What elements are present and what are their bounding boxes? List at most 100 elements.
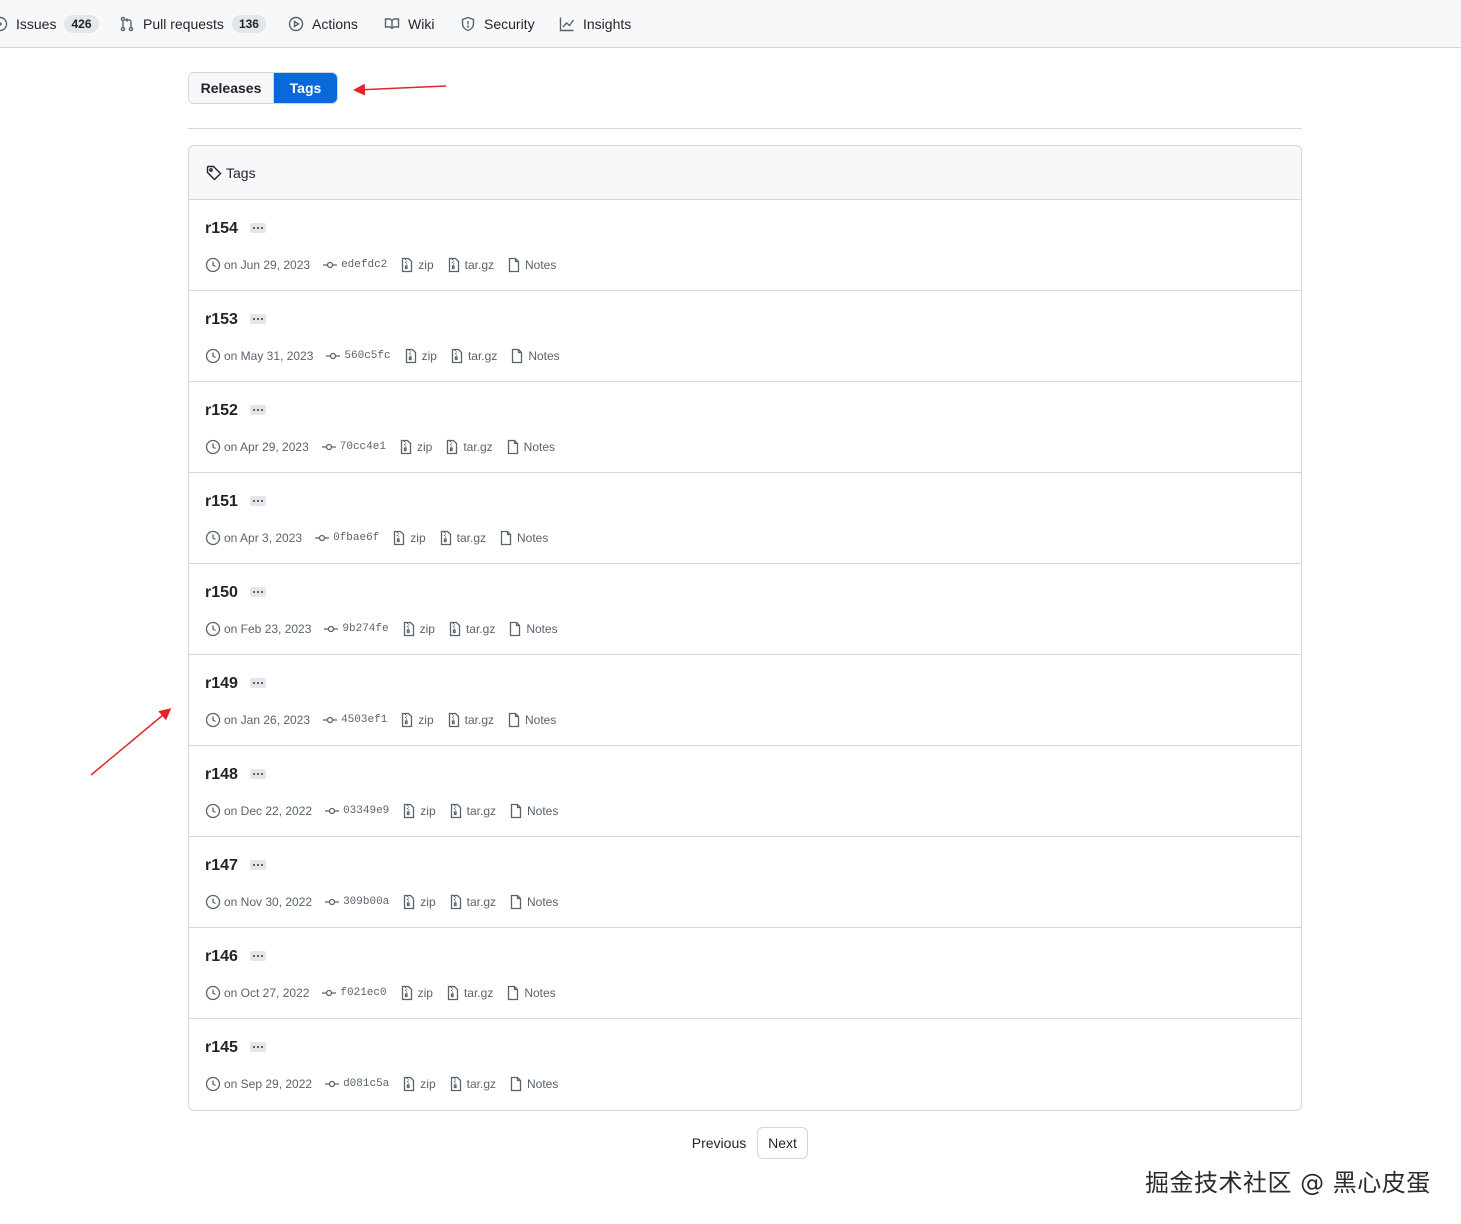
tag-meta: on Oct 27, 2022 f021ec0 zip tar.gz Notes	[205, 985, 568, 1001]
tag-commit: 560c5fc	[325, 348, 391, 364]
tag-name-link[interactable]: r147	[205, 857, 238, 874]
commit-sha-link[interactable]: f021ec0	[340, 987, 386, 999]
tag-date: on Apr 3, 2023	[205, 530, 302, 546]
notes-link[interactable]: Notes	[498, 530, 548, 546]
tag-name-link[interactable]: r153	[205, 311, 238, 328]
commit-sha-link[interactable]: 309b00a	[343, 896, 389, 908]
file-zip-icon	[400, 439, 412, 455]
tag-date: on Jan 26, 2023	[205, 712, 310, 728]
zip-link[interactable]: zip	[398, 439, 432, 455]
ellipsis-button[interactable]	[249, 950, 266, 961]
notes-link[interactable]: Notes	[506, 257, 556, 273]
targz-link[interactable]: tar.gz	[447, 621, 495, 637]
targz-link[interactable]: tar.gz	[438, 530, 486, 546]
tag-date: on Jun 29, 2023	[205, 257, 310, 273]
nav-wiki[interactable]: Wiki	[384, 0, 434, 48]
ellipsis-button[interactable]	[249, 768, 266, 779]
releases-tab[interactable]: Releases	[189, 73, 274, 103]
tag-date-text: on Nov 30, 2022	[224, 895, 313, 909]
notes-link[interactable]: Notes	[509, 348, 560, 364]
ellipsis-button[interactable]	[249, 1041, 266, 1052]
targz-label: tar.gz	[463, 986, 494, 1000]
notes-link[interactable]: Notes	[505, 439, 555, 455]
notes-label: Notes	[527, 804, 559, 818]
file-zip-icon	[450, 1076, 461, 1092]
file-icon	[507, 439, 518, 455]
nav-issues[interactable]: Issues 426	[0, 0, 99, 48]
commit-sha-link[interactable]: edefdc2	[341, 259, 387, 271]
targz-link[interactable]: tar.gz	[446, 712, 494, 728]
zip-link[interactable]: zip	[401, 621, 435, 637]
ellipsis-button[interactable]	[249, 586, 266, 597]
zip-link[interactable]: zip	[401, 1076, 436, 1092]
tags-tab[interactable]: Tags	[274, 73, 337, 103]
tag-name-link[interactable]: r152	[205, 402, 238, 419]
notes-link[interactable]: Notes	[507, 621, 558, 637]
zip-link[interactable]: zip	[399, 985, 433, 1001]
targz-link[interactable]: tar.gz	[449, 348, 497, 364]
ellipsis-button[interactable]	[249, 404, 266, 415]
file-zip-icon	[450, 803, 461, 819]
commit-sha-link[interactable]: 560c5fc	[344, 350, 390, 362]
zip-link[interactable]: zip	[403, 348, 437, 364]
tag-commit: 9b274fe	[323, 621, 389, 637]
clock-icon	[205, 530, 221, 546]
ellipsis-button[interactable]	[249, 495, 266, 506]
zip-link[interactable]: zip	[391, 530, 426, 546]
tag-date: on Feb 23, 2023	[205, 621, 311, 637]
nav-actions[interactable]: Actions	[288, 0, 358, 48]
tag-name-link[interactable]: r154	[205, 220, 238, 237]
next-button[interactable]: Next	[757, 1127, 808, 1159]
ellipsis-button[interactable]	[249, 222, 266, 233]
tag-commit: edefdc2	[322, 257, 387, 273]
tag-meta: on Jan 26, 2023 4503ef1 zip tar.gz Notes	[205, 712, 568, 728]
commit-sha-link[interactable]: 0fbae6f	[333, 532, 379, 544]
zip-link[interactable]: zip	[401, 803, 436, 819]
tag-commit: 70cc4e1	[321, 439, 386, 455]
targz-link[interactable]: tar.gz	[444, 439, 493, 455]
tag-row: r149 on Jan 26, 2023 4503ef1 zip tar.gz …	[189, 655, 1301, 746]
zip-label: zip	[410, 531, 426, 545]
commit-sha-link[interactable]: 70cc4e1	[340, 441, 386, 453]
tags-box-title: Tags	[226, 164, 256, 181]
targz-link[interactable]: tar.gz	[448, 1076, 496, 1092]
tag-date-text: on May 31, 2023	[224, 349, 314, 363]
tag-name-link[interactable]: r150	[205, 584, 238, 601]
notes-link[interactable]: Notes	[506, 712, 556, 728]
arrow-to-r149	[90, 708, 172, 776]
targz-link[interactable]: tar.gz	[446, 257, 494, 273]
zip-link[interactable]: zip	[399, 712, 434, 728]
tag-name-link[interactable]: r148	[205, 766, 238, 783]
commit-sha-link[interactable]: 4503ef1	[341, 714, 387, 726]
nav-insights[interactable]: Insights	[559, 0, 631, 48]
targz-label: tar.gz	[466, 895, 496, 909]
targz-link[interactable]: tar.gz	[448, 894, 496, 910]
tag-meta: on Feb 23, 2023 9b274fe zip tar.gz Notes	[205, 621, 570, 637]
nav-pull-requests[interactable]: Pull requests 136	[119, 0, 266, 48]
tag-row: r151 on Apr 3, 2023 0fbae6f zip tar.gz N…	[189, 473, 1301, 564]
targz-link[interactable]: tar.gz	[445, 985, 493, 1001]
notes-link[interactable]: Notes	[508, 803, 558, 819]
tag-name-link[interactable]: r146	[205, 948, 238, 965]
ellipsis-button[interactable]	[249, 313, 266, 324]
file-zip-icon	[448, 257, 459, 273]
zip-label: zip	[416, 440, 433, 454]
notes-link[interactable]: Notes	[505, 985, 556, 1001]
zip-link[interactable]: zip	[401, 894, 436, 910]
ellipsis-button[interactable]	[249, 859, 266, 870]
tag-row: r153 on May 31, 2023 560c5fc zip tar.gz …	[189, 291, 1301, 382]
commit-sha-link[interactable]: 9b274fe	[342, 623, 388, 635]
notes-link[interactable]: Notes	[508, 1076, 558, 1092]
ellipsis-button[interactable]	[249, 677, 266, 688]
clock-icon	[205, 439, 221, 455]
nav-security[interactable]: Security	[460, 0, 535, 48]
zip-link[interactable]: zip	[399, 257, 434, 273]
commit-sha-link[interactable]: 03349e9	[343, 805, 389, 817]
tag-name-link[interactable]: r151	[205, 493, 238, 510]
notes-link[interactable]: Notes	[508, 894, 558, 910]
tag-name-link[interactable]: r145	[205, 1039, 238, 1056]
commit-sha-link[interactable]: d081c5a	[343, 1078, 389, 1090]
targz-link[interactable]: tar.gz	[448, 803, 496, 819]
notes-label: Notes	[525, 713, 557, 727]
tag-name-link[interactable]: r149	[205, 675, 238, 692]
